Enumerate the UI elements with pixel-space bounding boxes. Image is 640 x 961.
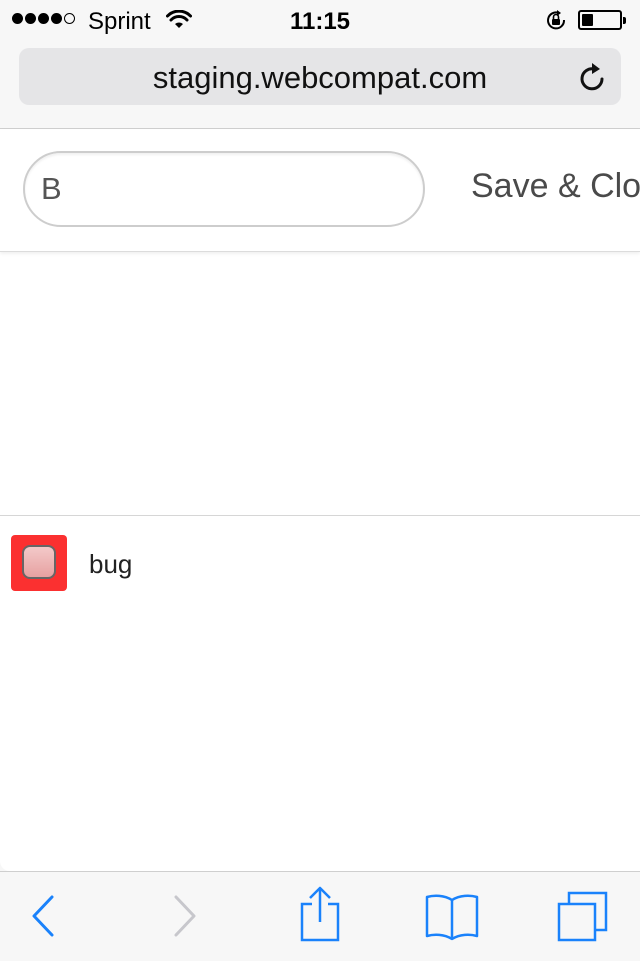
tabs-icon[interactable]	[556, 890, 610, 949]
address-bar[interactable]: staging.webcompat.com	[19, 48, 621, 105]
rotation-lock-icon	[544, 9, 568, 36]
label-list-item[interactable]: bug	[0, 533, 640, 595]
share-icon[interactable]	[298, 886, 342, 947]
status-bar: Sprint 11:15	[0, 0, 640, 40]
web-content: Save & Clo bug	[0, 128, 640, 871]
save-and-close-button[interactable]: Save & Clo	[471, 167, 640, 206]
back-icon[interactable]	[28, 892, 58, 945]
url-text[interactable]: staging.webcompat.com	[19, 60, 621, 96]
checkbox-icon[interactable]	[22, 545, 56, 579]
browser-toolbar	[0, 871, 640, 961]
label-name-input[interactable]	[23, 151, 425, 227]
forward-icon[interactable]	[170, 892, 200, 945]
reload-icon[interactable]	[579, 62, 607, 97]
battery-icon	[578, 10, 626, 30]
label-name: bug	[89, 549, 133, 579]
label-color-swatch[interactable]	[11, 535, 67, 591]
label-editor-header: Save & Clo	[0, 129, 640, 252]
divider	[0, 515, 640, 516]
bookmarks-icon[interactable]	[424, 892, 480, 947]
